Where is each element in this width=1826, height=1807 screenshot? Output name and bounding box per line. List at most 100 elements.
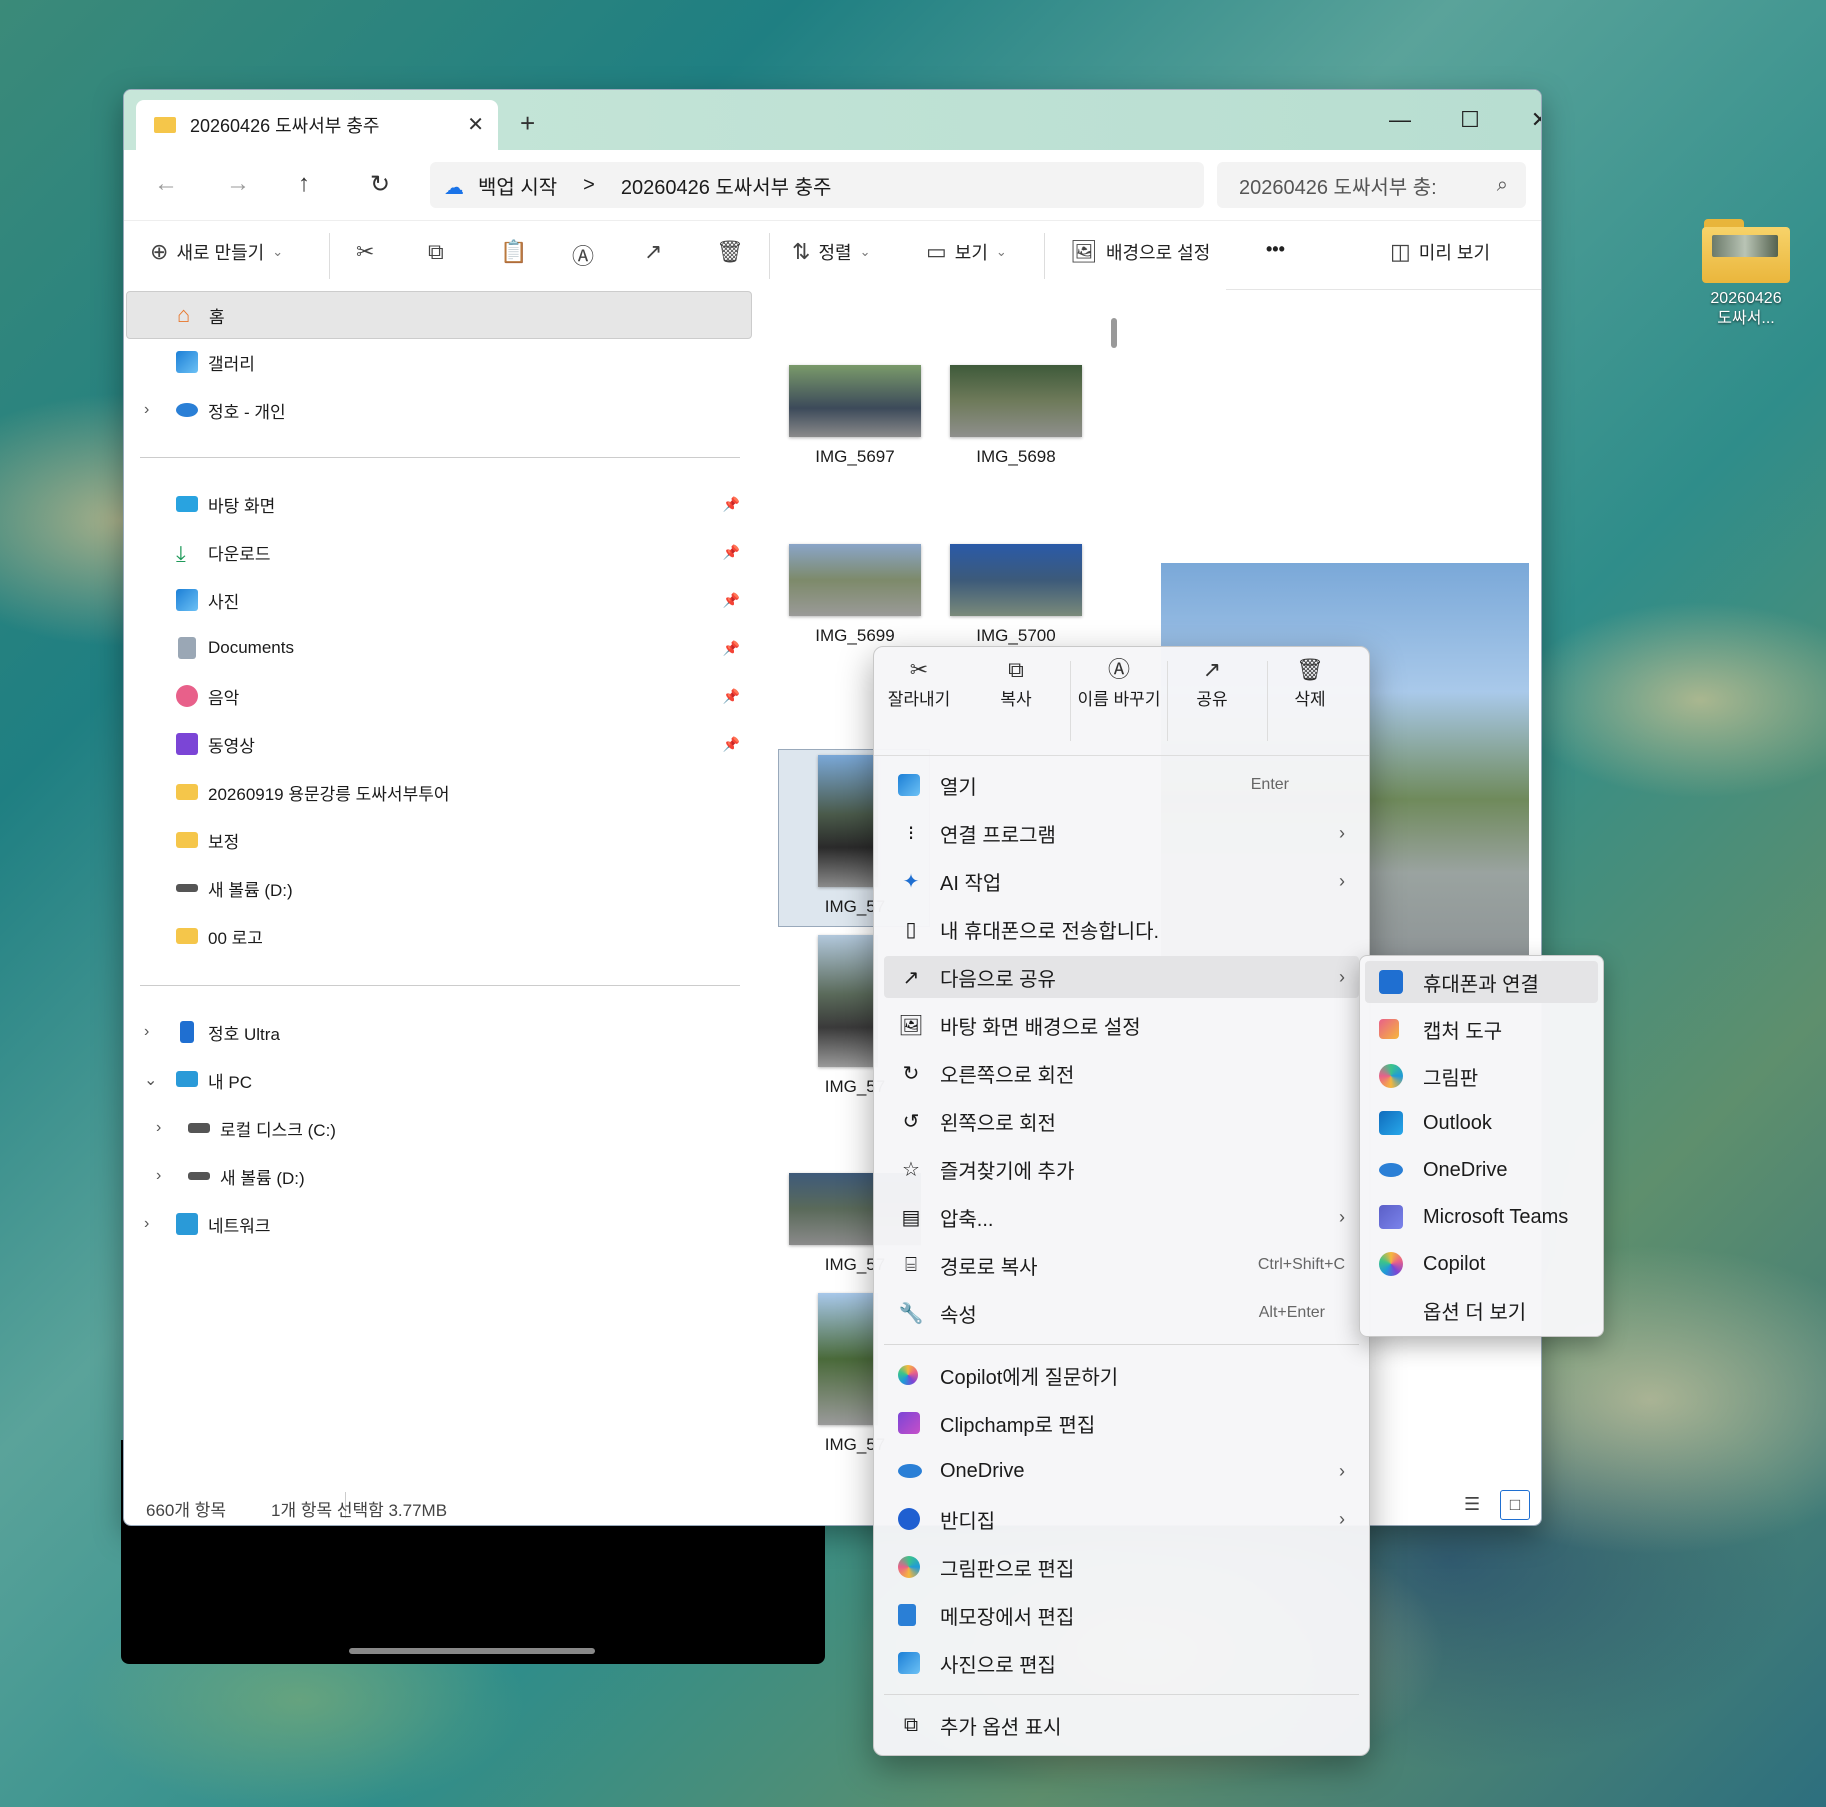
preview-pane-button[interactable]: ◫ 미리 보기 (1390, 239, 1490, 265)
menu-ask-copilot[interactable]: Copilot에게 질문하기 (884, 1354, 1359, 1396)
forward-button[interactable]: → (226, 170, 250, 198)
sidebar-item-documents[interactable]: Documents 📌 (126, 625, 750, 671)
share-more-options[interactable]: 옵션 더 보기 (1365, 1289, 1598, 1331)
tab-close-button[interactable]: ✕ (467, 112, 484, 137)
chevron-down-icon[interactable]: ⌄ (144, 1070, 157, 1090)
sidebar-item-music[interactable]: 음악 📌 (126, 673, 750, 719)
menu-add-favorites[interactable]: ☆ 즐겨찾기에 추가 (884, 1148, 1359, 1190)
sidebar-item-onedrive-personal[interactable]: › 정호 - 개인 (126, 387, 750, 433)
sidebar-item-network[interactable]: › 네트워크 (126, 1201, 750, 1247)
sidebar-item-this-pc[interactable]: ⌄ 내 PC (126, 1057, 750, 1103)
share-teams[interactable]: Microsoft Teams (1365, 1196, 1598, 1238)
sidebar-item-folder-logo[interactable]: 00 로고 (126, 913, 750, 959)
sidebar-item-home[interactable]: ⌂ 홈 (126, 291, 752, 339)
back-button[interactable]: ← (154, 170, 178, 198)
chevron-right-icon[interactable]: › (144, 1023, 149, 1041)
search-input[interactable]: 20260426 도싸서부 충: ⌕ (1217, 162, 1526, 208)
menu-show-more-options[interactable]: ⧉ 추가 옵션 표시 (884, 1704, 1359, 1746)
file-item[interactable]: IMG_5699 (788, 544, 922, 646)
sidebar-item-videos[interactable]: 동영상 📌 (126, 721, 750, 767)
sidebar-item-pictures[interactable]: 사진 📌 (126, 577, 750, 623)
sidebar-item-folder-correction[interactable]: 보정 (126, 817, 750, 863)
address-bar[interactable]: ☁ 백업 시작 > 20260426 도싸서부 충주 (430, 162, 1204, 208)
outlook-icon (1379, 1111, 1403, 1135)
sidebar-item-downloads[interactable]: ⤓ 다운로드 📌 (126, 529, 750, 575)
pin-icon[interactable]: 📌 (723, 496, 740, 513)
delete-button[interactable]: 🗑 (716, 239, 744, 265)
menu-clipchamp[interactable]: Clipchamp로 편집 (884, 1402, 1359, 1444)
menu-edit-notepad[interactable]: 메모장에서 편집 (884, 1594, 1359, 1636)
breadcrumb-backup[interactable]: 백업 시작 (478, 171, 557, 200)
context-rename-button[interactable]: Ⓐ 이름 바꾸기 (1071, 659, 1167, 711)
file-item[interactable]: IMG_5700 (949, 544, 1083, 646)
pin-icon[interactable]: 📌 (723, 640, 740, 657)
set-background-button[interactable]: 🖼 배경으로 설정 (1070, 239, 1210, 265)
pin-icon[interactable]: 📌 (723, 688, 740, 705)
menu-rotate-left[interactable]: ↺ 왼쪽으로 회전 (884, 1100, 1359, 1142)
menu-open-with[interactable]: ⁝ 연결 프로그램 › (884, 812, 1359, 854)
rename-button[interactable]: Ⓐ (572, 239, 594, 271)
menu-onedrive[interactable]: OneDrive › (884, 1450, 1359, 1492)
breadcrumb-folder[interactable]: 20260426 도싸서부 충주 (621, 171, 832, 200)
context-cut-button[interactable]: ✂ 잘라내기 (876, 659, 962, 711)
menu-edit-paint[interactable]: 그림판으로 편집 (884, 1546, 1359, 1588)
more-options-button[interactable]: ••• (1266, 239, 1285, 260)
new-tab-button[interactable]: + (520, 108, 535, 139)
sort-button[interactable]: ⇅ 정렬 ⌄ (792, 239, 870, 265)
large-icons-view-icon[interactable]: □ (1500, 1490, 1530, 1520)
context-copy-button[interactable]: ⧉ 복사 (973, 659, 1059, 711)
refresh-button[interactable]: ↻ (370, 170, 390, 199)
new-button[interactable]: ⊕ 새로 만들기 ⌄ (150, 239, 283, 265)
menu-ai-actions[interactable]: ✦ AI 작업 › (884, 860, 1359, 902)
pin-icon[interactable]: 📌 (723, 592, 740, 609)
menu-open[interactable]: 열기 Enter (884, 764, 1359, 806)
chevron-right-icon[interactable]: › (144, 401, 149, 419)
menu-copy-path[interactable]: ⌸ 경로로 복사 Ctrl+Shift+C (884, 1244, 1359, 1286)
file-item[interactable]: IMG_5698 (949, 365, 1083, 467)
copy-button[interactable]: ⧉ (428, 239, 444, 265)
share-copilot[interactable]: Copilot (1365, 1243, 1598, 1285)
menu-item-label: 메모장에서 편집 (940, 1606, 1075, 1629)
file-item[interactable]: IMG_5697 (788, 365, 922, 467)
sidebar-item-label: 동영상 (208, 736, 255, 756)
paste-button[interactable]: 📋 (500, 239, 527, 265)
up-button[interactable]: ↑ (298, 170, 310, 198)
share-snipping-tool[interactable]: 캡처 도구 (1365, 1008, 1598, 1050)
sidebar-item-desktop[interactable]: 바탕 화면 📌 (126, 481, 750, 527)
chevron-right-icon[interactable]: › (156, 1119, 161, 1137)
context-delete-button[interactable]: 🗑 삭제 (1267, 659, 1353, 711)
close-button[interactable]: ✕ (1510, 100, 1541, 140)
chevron-right-icon[interactable]: › (144, 1215, 149, 1233)
sidebar-item-folder-tour[interactable]: 20260919 용문강릉 도싸서부투어 (126, 769, 750, 815)
menu-send-to-phone[interactable]: ▯ 내 휴대폰으로 전송합니다. (884, 908, 1359, 950)
menu-compress[interactable]: ▤ 압축... › (884, 1196, 1359, 1238)
desktop-folder-icon[interactable]: 20260426 도싸서... (1686, 215, 1806, 329)
context-share-button[interactable]: ↗ 공유 (1169, 659, 1255, 711)
menu-share-with[interactable]: ↗ 다음으로 공유 › (884, 956, 1359, 998)
share-phone-link[interactable]: 휴대폰과 연결 (1365, 961, 1598, 1003)
view-button[interactable]: ▭ 보기 ⌄ (926, 239, 1007, 265)
pin-icon[interactable]: 📌 (723, 736, 740, 753)
minimize-button[interactable]: — (1370, 100, 1430, 140)
pin-icon[interactable]: 📌 (723, 544, 740, 561)
menu-bandizip[interactable]: 반디집 › (884, 1498, 1359, 1540)
sidebar-item-volume-d-pinned[interactable]: 새 볼륨 (D:) (126, 865, 750, 911)
details-view-icon[interactable]: ☰ (1464, 1494, 1480, 1515)
menu-properties[interactable]: 🔧 속성 Alt+Enter (884, 1292, 1359, 1334)
maximize-button[interactable]: ☐ (1440, 100, 1500, 140)
active-tab[interactable]: 20260426 도싸서부 충주 ✕ (136, 100, 498, 150)
menu-set-desktop-background[interactable]: 🖼 바탕 화면 배경으로 설정 (884, 1004, 1359, 1046)
menu-rotate-right[interactable]: ↻ 오른쪽으로 회전 (884, 1052, 1359, 1094)
vertical-scrollbar[interactable] (1111, 318, 1117, 348)
sidebar-item-local-disk-c[interactable]: › 로컬 디스크 (C:) (126, 1105, 750, 1151)
sidebar-item-phone[interactable]: › 정호 Ultra (126, 1009, 750, 1055)
menu-edit-photos[interactable]: 사진으로 편집 (884, 1642, 1359, 1684)
share-paint[interactable]: 그림판 (1365, 1055, 1598, 1097)
share-onedrive[interactable]: OneDrive (1365, 1149, 1598, 1191)
cut-button[interactable]: ✂ (356, 239, 374, 265)
share-button[interactable]: ↗ (644, 239, 662, 265)
share-outlook[interactable]: Outlook (1365, 1102, 1598, 1144)
chevron-right-icon[interactable]: › (156, 1167, 161, 1185)
sidebar-item-volume-d[interactable]: › 새 볼륨 (D:) (126, 1153, 750, 1199)
sidebar-item-gallery[interactable]: 갤러리 (126, 339, 750, 385)
